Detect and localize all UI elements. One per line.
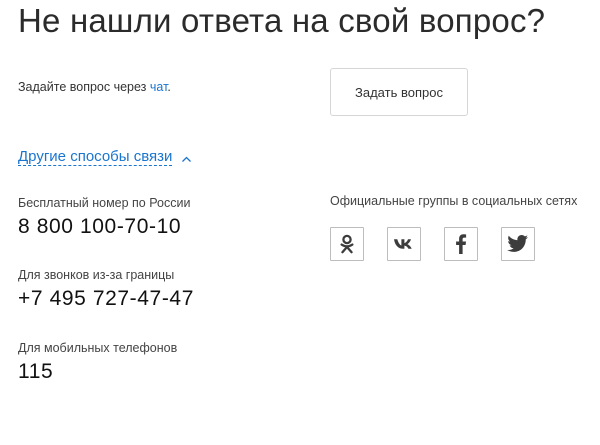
contact-label-mobile: Для мобильных телефонов bbox=[18, 341, 178, 355]
odnoklassniki-icon bbox=[338, 234, 356, 254]
phone-abroad[interactable]: +7 495 727-47-47 bbox=[18, 287, 194, 311]
chevron-up-icon bbox=[181, 152, 192, 163]
odnoklassniki-button[interactable] bbox=[330, 227, 364, 261]
twitter-button[interactable] bbox=[501, 227, 535, 261]
social-links bbox=[330, 227, 535, 261]
other-ways-toggle[interactable]: Другие способы связи bbox=[18, 148, 192, 166]
facebook-button[interactable] bbox=[444, 227, 478, 261]
twitter-icon bbox=[507, 235, 529, 253]
ask-question-text: Задайте вопрос через чат. bbox=[18, 80, 171, 94]
vk-button[interactable] bbox=[387, 227, 421, 261]
social-groups-title: Официальные группы в социальных сетях bbox=[330, 194, 578, 208]
phone-russia[interactable]: 8 800 100-70-10 bbox=[18, 215, 181, 239]
ask-question-prefix: Задайте вопрос через bbox=[18, 80, 150, 94]
ask-question-button[interactable]: Задать вопрос bbox=[330, 68, 468, 116]
support-page: Не нашли ответа на свой вопрос? Задайте … bbox=[0, 0, 600, 445]
phone-mobile[interactable]: 115 bbox=[18, 360, 53, 384]
chat-link[interactable]: чат bbox=[150, 80, 168, 94]
other-ways-label: Другие способы связи bbox=[18, 148, 173, 166]
ask-question-suffix: . bbox=[167, 80, 171, 94]
contact-label-russia: Бесплатный номер по России bbox=[18, 196, 191, 210]
contact-label-abroad: Для звонков из-за границы bbox=[18, 268, 175, 282]
vk-icon bbox=[393, 237, 415, 251]
page-title: Не нашли ответа на свой вопрос? bbox=[18, 2, 546, 39]
facebook-icon bbox=[455, 234, 467, 254]
